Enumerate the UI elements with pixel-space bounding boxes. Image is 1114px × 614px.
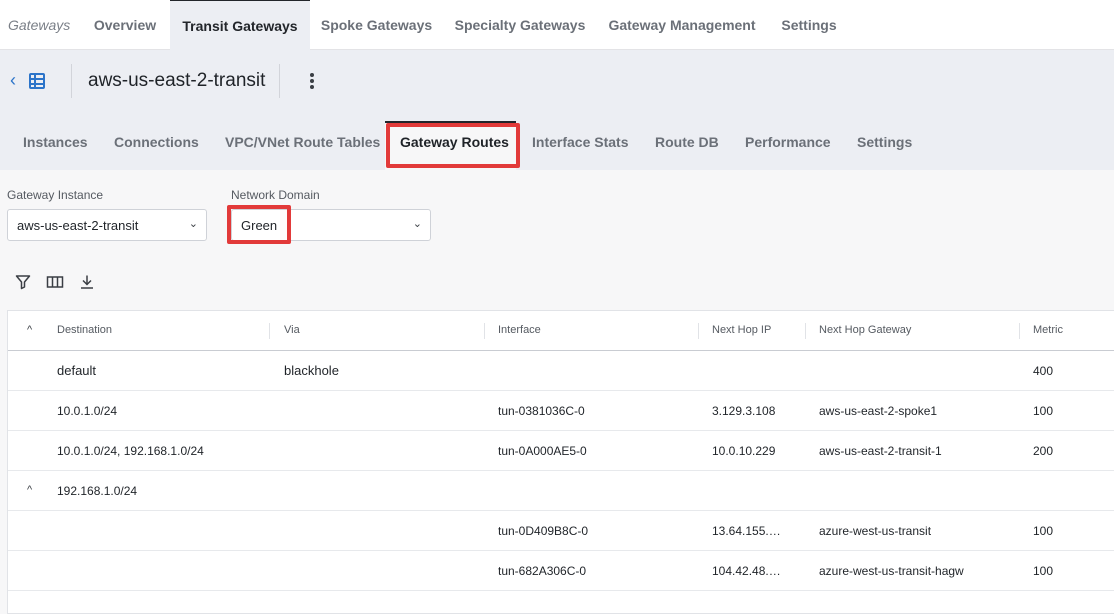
subtab-route-db[interactable]: Route DB <box>655 134 719 150</box>
collapse-all-chevron-icon[interactable]: ^ <box>27 324 32 336</box>
gateway-instance-select[interactable]: aws-us-east-2-transit ⌄ <box>7 209 207 241</box>
table-row[interactable]: default blackhole 400 <box>8 351 1114 391</box>
subtab-connections[interactable]: Connections <box>114 134 199 150</box>
column-header-via[interactable]: Via <box>284 324 300 336</box>
breadcrumb-gateways[interactable]: Gateways <box>8 17 70 33</box>
divider <box>71 64 72 98</box>
cell-next-hop-ip: 3.129.3.108 <box>712 404 776 418</box>
table-row[interactable]: tun-0D409B8C-0 13.64.155.… azure-west-us… <box>8 511 1114 551</box>
subtab-performance[interactable]: Performance <box>745 134 831 150</box>
cell-metric: 200 <box>1033 444 1054 458</box>
column-divider <box>698 323 699 339</box>
column-header-interface[interactable]: Interface <box>498 324 541 336</box>
chevron-down-icon: ⌄ <box>412 218 422 230</box>
cell-destination: 10.0.1.0/24 <box>57 404 118 418</box>
cell-destination: 10.0.1.0/24, 192.168.1.0/24 <box>57 444 204 458</box>
highlight-box-network-domain <box>227 205 291 244</box>
tab-specialty-gateways[interactable]: Specialty Gateways <box>443 0 597 50</box>
table-header: ^ Destination Via Interface Next Hop IP … <box>8 311 1114 351</box>
top-nav: Gateways Overview Transit Gateways Spoke… <box>0 0 1114 50</box>
gateway-instance-label: Gateway Instance <box>7 188 104 202</box>
cell-interface: tun-0A000AE5-0 <box>498 444 587 458</box>
download-icon[interactable] <box>79 274 97 292</box>
table-row[interactable]: 10.0.1.0/24 tun-0381036C-0 3.129.3.108 a… <box>8 391 1114 431</box>
cell-next-hop-gateway: aws-us-east-2-spoke1 <box>819 404 938 418</box>
column-header-next-hop-gateway[interactable]: Next Hop Gateway <box>819 324 911 336</box>
list-view-icon[interactable] <box>29 73 45 89</box>
cell-via: blackhole <box>284 363 339 378</box>
tab-transit-gateways[interactable]: Transit Gateways <box>170 0 310 50</box>
column-header-metric[interactable]: Metric <box>1033 324 1063 336</box>
collapse-group-chevron-icon[interactable]: ^ <box>27 484 32 496</box>
routes-table: ^ Destination Via Interface Next Hop IP … <box>7 310 1114 614</box>
table-row-group[interactable]: ^ 192.168.1.0/24 <box>8 471 1114 511</box>
cell-interface: tun-682A306C-0 <box>498 564 587 578</box>
cell-metric: 100 <box>1033 564 1054 578</box>
subtab-instances[interactable]: Instances <box>23 134 88 150</box>
columns-icon[interactable] <box>46 274 64 292</box>
cell-next-hop-ip: 13.64.155.… <box>712 524 781 538</box>
highlight-box-gateway-routes <box>386 123 520 168</box>
cell-metric: 100 <box>1033 524 1054 538</box>
cell-next-hop-ip: 104.42.48.… <box>712 564 781 578</box>
cell-destination: default <box>57 363 97 378</box>
column-divider <box>1019 323 1020 339</box>
cell-metric: 400 <box>1033 364 1054 378</box>
column-divider <box>484 323 485 339</box>
page-title: aws-us-east-2-transit <box>88 70 266 91</box>
subtab-vpc-vnet-route-tables[interactable]: VPC/VNet Route Tables <box>225 134 380 150</box>
more-options-icon[interactable] <box>305 70 319 92</box>
tab-overview[interactable]: Overview <box>80 0 170 50</box>
cell-next-hop-gateway: azure-west-us-transit <box>819 524 932 538</box>
table-row[interactable]: tun-682A306C-0 104.42.48.… azure-west-us… <box>8 551 1114 591</box>
table-row[interactable]: 10.0.1.0/24, 192.168.1.0/24 tun-0A000AE5… <box>8 431 1114 471</box>
network-domain-label: Network Domain <box>231 188 320 202</box>
cell-destination: 192.168.1.0/24 <box>57 484 138 498</box>
back-chevron-icon[interactable]: ‹ <box>10 71 26 91</box>
tab-settings[interactable]: Settings <box>767 0 851 50</box>
subtab-settings[interactable]: Settings <box>857 134 912 150</box>
gateway-instance-value: aws-us-east-2-transit <box>17 218 139 233</box>
divider <box>279 64 280 98</box>
filter-icon[interactable] <box>15 274 33 292</box>
subtab-interface-stats[interactable]: Interface Stats <box>532 134 628 150</box>
tab-spoke-gateways[interactable]: Spoke Gateways <box>310 0 443 50</box>
column-header-destination[interactable]: Destination <box>57 324 112 336</box>
chevron-down-icon: ⌄ <box>188 218 198 230</box>
cell-interface: tun-0381036C-0 <box>498 404 585 418</box>
cell-next-hop-ip: 10.0.10.229 <box>712 444 776 458</box>
cell-metric: 100 <box>1033 404 1054 418</box>
column-header-next-hop-ip[interactable]: Next Hop IP <box>712 324 771 336</box>
column-divider <box>805 323 806 339</box>
tab-gateway-management[interactable]: Gateway Management <box>597 0 767 50</box>
column-divider <box>269 323 270 339</box>
cell-interface: tun-0D409B8C-0 <box>498 524 589 538</box>
cell-next-hop-gateway: azure-west-us-transit-hagw <box>819 564 964 578</box>
gateway-header <box>0 50 1114 170</box>
cell-next-hop-gateway: aws-us-east-2-transit-1 <box>819 444 942 458</box>
